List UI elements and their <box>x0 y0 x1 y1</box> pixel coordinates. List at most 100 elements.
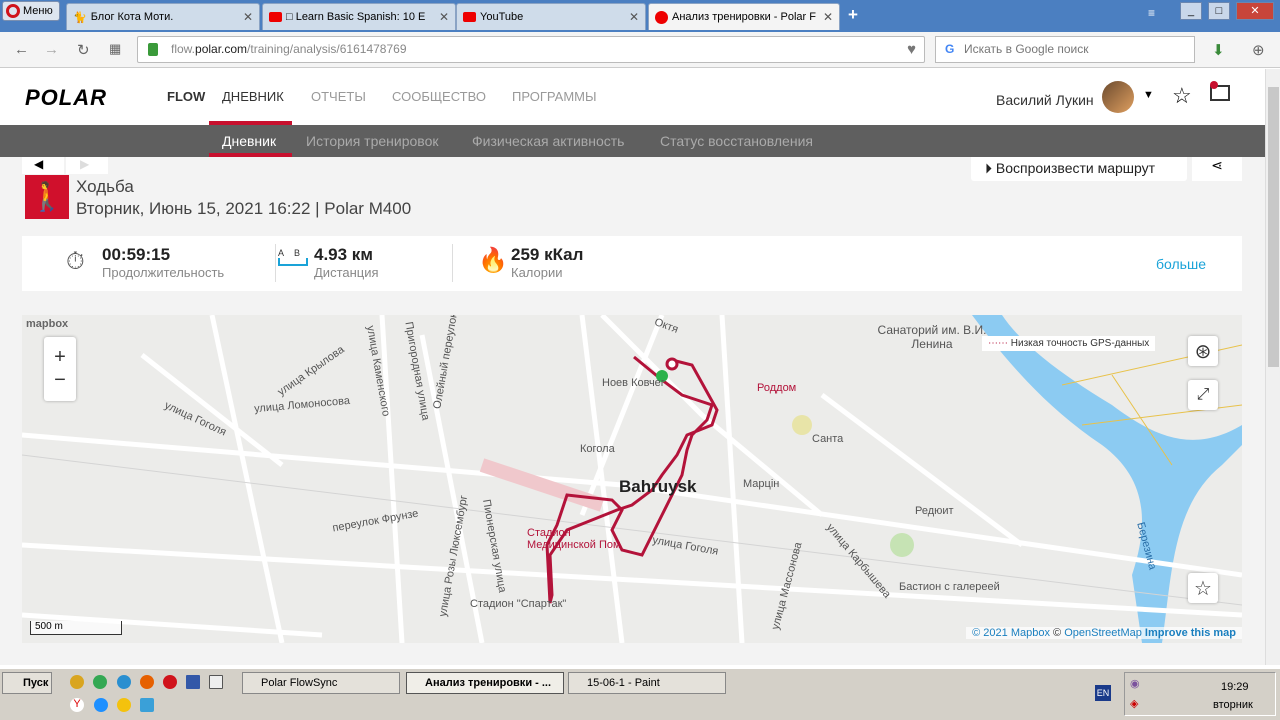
duration-label: Продолжительность <box>102 265 225 280</box>
next-training-button[interactable]: ▶ <box>66 157 108 174</box>
avatar[interactable] <box>1102 81 1134 113</box>
start-button[interactable]: Пуск <box>2 672 52 694</box>
zoom-in-button[interactable]: + <box>54 346 66 369</box>
zoom-out-button[interactable]: − <box>54 369 66 392</box>
speed-dial-icon[interactable]: ▦ <box>109 41 121 57</box>
nav-programs[interactable]: ПРОГРАММЫ <box>512 89 597 104</box>
polar-logo[interactable]: POLAR <box>25 85 107 111</box>
subnav-history[interactable]: История тренировок <box>306 133 438 149</box>
more-link[interactable]: больше <box>1156 256 1206 272</box>
tab-blog[interactable]: 🐈 Блог Кота Моти. ✕ <box>66 3 260 30</box>
extension-icon[interactable]: ⬇ <box>1212 41 1225 59</box>
opera-icon[interactable] <box>163 675 177 689</box>
youtube-icon <box>269 12 282 22</box>
notification-badge <box>1210 81 1218 89</box>
app-icon[interactable] <box>70 675 84 689</box>
minimize-button[interactable]: _ <box>1180 2 1202 20</box>
tab-youtube[interactable]: YouTube ✕ <box>456 3 646 30</box>
tab-polar[interactable]: Анализ тренировки - Polar F ✕ <box>648 3 840 30</box>
distance-icon: A B <box>278 248 308 266</box>
subnav-recovery[interactable]: Статус восстановления <box>660 133 813 149</box>
firefox-icon[interactable] <box>140 675 154 689</box>
close-tab-icon[interactable]: ✕ <box>243 10 253 24</box>
back-icon[interactable]: ← <box>14 41 29 58</box>
search-input[interactable]: G Искать в Google поиск <box>935 36 1195 63</box>
map-label: Ноев Ковчег <box>602 377 665 389</box>
osm-link[interactable]: OpenStreetMap <box>1064 627 1142 639</box>
distance-label: Дистанция <box>314 265 379 280</box>
ie-icon[interactable] <box>94 698 108 712</box>
route-map[interactable]: mapbox улица Крылова улица Ломоносова ул… <box>22 315 1242 643</box>
nav-community[interactable]: СООБЩЕСТВО <box>392 89 486 104</box>
finish-marker <box>665 357 679 371</box>
tab-spanish[interactable]: □ Learn Basic Spanish: 10 E ✕ <box>262 3 456 30</box>
star-icon[interactable]: ☆ <box>1172 83 1192 109</box>
language-indicator[interactable]: EN <box>1095 685 1111 701</box>
new-tab-button[interactable]: + <box>848 5 858 25</box>
favorite-star-icon[interactable]: ☆ <box>1188 573 1218 603</box>
replay-route-button[interactable]: ⏵ Воспроизвести маршрут <box>971 157 1187 181</box>
map-label: Стадион Медицинской Пом <box>527 527 621 551</box>
subnav-diary[interactable]: Дневник <box>222 133 276 149</box>
clock-day: вторник <box>1213 699 1253 711</box>
walking-icon: 🚶 <box>25 175 69 219</box>
close-window-button[interactable]: ✕ <box>1236 2 1274 20</box>
user-name[interactable]: Василий Лукин <box>996 92 1094 108</box>
play-icon: ⏵ <box>985 160 996 176</box>
reload-icon[interactable]: ↻ <box>77 41 90 59</box>
fullscreen-icon[interactable]: ⤢ <box>1188 380 1218 410</box>
site-header: POLAR FLOW ДНЕВНИК ОТЧЕТЫ СООБЩЕСТВО ПРО… <box>0 69 1265 125</box>
chrome-icon[interactable] <box>93 675 107 689</box>
sub-navigation: Дневник История тренировок Физическая ак… <box>0 125 1265 157</box>
viber-icon[interactable]: ◉ <box>1130 677 1140 690</box>
training-date: Вторник, Июнь 15, 2021 16:22 | Polar M40… <box>76 199 412 218</box>
url-input[interactable]: flow.polar.com/training/analysis/6161478… <box>137 36 925 63</box>
page-scrollbar[interactable] <box>1265 69 1280 665</box>
nav-diary[interactable]: ДНЕВНИК <box>222 89 284 104</box>
improve-map-link[interactable]: Improve this map <box>1145 627 1236 639</box>
share-button[interactable]: ⋖ <box>1192 157 1242 181</box>
stopwatch-icon: ⏱ <box>66 248 85 275</box>
forward-icon[interactable]: → <box>44 41 59 58</box>
taskbar-opera[interactable]: Анализ тренировки - ... <box>406 672 564 694</box>
gps-legend: ⋯⋯ Низкая точность GPS-данных <box>982 336 1156 351</box>
sport-name: Ходьба <box>76 177 134 196</box>
map-attribution: © 2021 Mapbox © OpenStreetMap Improve th… <box>966 627 1242 639</box>
youtube-icon <box>463 12 476 22</box>
clock-time: 19:29 <box>1221 681 1249 693</box>
map-label: Когола <box>580 443 615 455</box>
nav-reports[interactable]: ОТЧЕТЫ <box>311 89 366 104</box>
close-tab-icon[interactable]: ✕ <box>823 10 833 24</box>
taskbar-flowsync[interactable]: Polar FlowSync <box>242 672 400 694</box>
chevron-down-icon[interactable]: ▼ <box>1143 89 1154 101</box>
opera-menu-button[interactable]: Меню <box>2 1 60 21</box>
map-label-city: Bahruysk <box>619 477 697 496</box>
calories-value: 259 кКал <box>511 245 584 264</box>
map-label: Стадион "Спартак" <box>470 598 567 610</box>
save-icon[interactable] <box>186 675 200 689</box>
heart-icon[interactable]: ♥ <box>907 37 916 62</box>
mapbox-logo[interactable]: mapbox <box>26 318 68 330</box>
app-icon[interactable] <box>140 698 154 712</box>
locate-icon[interactable]: ⊛ <box>1188 336 1218 366</box>
app-icon[interactable] <box>117 675 131 689</box>
antivirus-icon[interactable]: ◈ <box>1130 697 1138 710</box>
taskbar-paint[interactable]: 15-06-1 - Paint <box>568 672 726 694</box>
google-icon: G <box>945 42 955 56</box>
flame-icon: 🔥 <box>478 247 508 274</box>
lock-icon <box>148 43 158 56</box>
taskbar: Пуск Y Polar FlowSync Анализ тренировки … <box>0 668 1280 720</box>
tab-menu-icon[interactable]: ≡ <box>1148 6 1155 20</box>
prev-training-button[interactable]: ◀ <box>22 157 64 174</box>
close-tab-icon[interactable]: ✕ <box>439 10 449 24</box>
maximize-button[interactable]: □ <box>1208 2 1230 20</box>
scrollbar-thumb[interactable] <box>1268 87 1279 367</box>
download-icon[interactable]: ⊕ <box>1252 41 1265 59</box>
media-player-icon[interactable] <box>117 698 131 712</box>
stats-bar: ⏱ 00:59:15 Продолжительность A B 4.93 км Д… <box>22 236 1242 291</box>
yandex-icon[interactable]: Y <box>70 698 84 712</box>
mapbox-link[interactable]: © 2021 Mapbox <box>972 627 1050 639</box>
app-icon[interactable] <box>209 675 223 689</box>
close-tab-icon[interactable]: ✕ <box>629 10 639 24</box>
subnav-activity[interactable]: Физическая активность <box>472 133 624 149</box>
